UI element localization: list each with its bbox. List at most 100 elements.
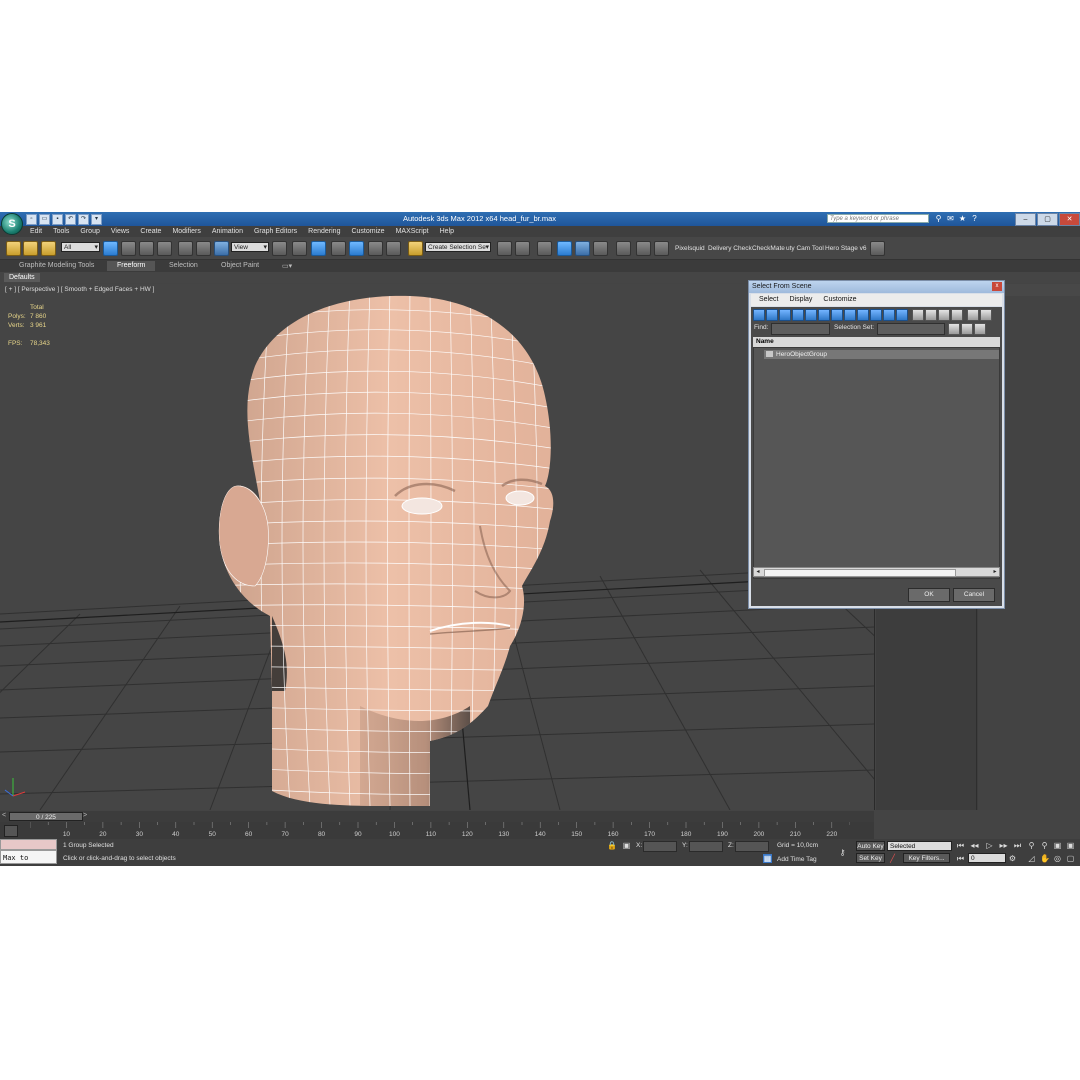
open-file-icon[interactable]: ▭ <box>39 214 50 225</box>
maxscript-mini-listener[interactable]: Max to Physc. <box>0 850 57 864</box>
key-mode-toggle-icon[interactable]: ⏮ <box>956 854 965 863</box>
menu-help[interactable]: Help <box>440 226 454 237</box>
align-icon[interactable] <box>515 241 530 256</box>
scrollbar-thumb[interactable] <box>764 569 956 577</box>
spinner-snap-icon[interactable] <box>386 241 401 256</box>
zoom-extents-all-icon[interactable]: ▣ <box>1066 841 1075 850</box>
selection-filter-dropdown[interactable]: All <box>61 242 100 253</box>
mini-curve-editor-icon[interactable] <box>4 825 18 837</box>
tab-freeform[interactable]: Freeform <box>107 261 156 271</box>
help-icon[interactable]: ? <box>970 214 979 223</box>
menu-group[interactable]: Group <box>80 226 99 237</box>
select-manipulate-icon[interactable] <box>292 241 307 256</box>
filter-options-icon[interactable] <box>980 309 992 321</box>
time-tag-icon[interactable]: ▦ <box>763 854 772 863</box>
render-setup-icon[interactable] <box>636 241 651 256</box>
selection-set-edit-icon[interactable] <box>948 323 960 335</box>
snaps-toggle-icon[interactable] <box>331 241 346 256</box>
go-to-start-icon[interactable]: ⏮ <box>956 841 965 850</box>
display-lights-icon[interactable] <box>779 309 791 321</box>
tab-graphite-modeling-tools[interactable]: Graphite Modeling Tools <box>19 262 94 269</box>
find-input[interactable] <box>771 323 830 335</box>
time-slider[interactable]: < 0 / 225 > <box>0 811 874 822</box>
maxscript-listener-top[interactable] <box>0 839 57 850</box>
display-containers-icon[interactable] <box>870 309 882 321</box>
scale-icon[interactable] <box>214 241 229 256</box>
render-frame-icon[interactable] <box>654 241 669 256</box>
display-none-icon[interactable] <box>925 309 937 321</box>
display-groups-icon[interactable] <box>831 309 843 321</box>
set-key-button[interactable]: Set Key <box>856 853 885 863</box>
dialog-menu-select[interactable]: Select <box>759 294 778 306</box>
list-item[interactable]: HeroObjectGroup <box>764 350 999 359</box>
select-object-icon[interactable] <box>103 241 118 256</box>
bind-space-warp-icon[interactable] <box>41 241 56 256</box>
redo-icon[interactable]: ↷ <box>78 214 89 225</box>
mirror-icon[interactable] <box>497 241 512 256</box>
time-slider-thumb[interactable]: 0 / 225 <box>9 812 83 821</box>
ok-button[interactable]: OK <box>908 588 950 602</box>
display-invert-icon[interactable] <box>938 309 950 321</box>
zoom-all-icon[interactable]: ⚲ <box>1040 841 1049 850</box>
communication-icon[interactable]: ✉ <box>946 214 955 223</box>
select-by-name-icon[interactable] <box>121 241 136 256</box>
unlink-icon[interactable] <box>23 241 38 256</box>
undo-icon[interactable]: ↶ <box>65 214 76 225</box>
menu-maxscript[interactable]: MAXScript <box>396 226 429 237</box>
project-folder-icon[interactable]: ▾ <box>91 214 102 225</box>
key-filters-button[interactable]: Key Filters... <box>903 853 950 863</box>
track-bar[interactable]: 10 20 30 40 50 60 70 80 90 100 110 120 130 140 150 160 1… <box>0 822 874 839</box>
application-button[interactable]: S <box>1 213 23 235</box>
filter-icon[interactable] <box>967 309 979 321</box>
set-key-icon[interactable]: ⚷ <box>838 848 847 857</box>
display-cameras-icon[interactable] <box>792 309 804 321</box>
rotate-icon[interactable] <box>196 241 211 256</box>
menu-graph-editors[interactable]: Graph Editors <box>254 226 297 237</box>
new-file-icon[interactable]: ▫ <box>26 214 37 225</box>
selection-set-dropdown[interactable] <box>877 323 945 335</box>
percent-snap-icon[interactable] <box>368 241 383 256</box>
teapot-render-icon[interactable] <box>870 241 885 256</box>
favorites-star-icon[interactable]: ★ <box>958 214 967 223</box>
menu-modifiers[interactable]: Modifiers <box>172 226 200 237</box>
next-frame-icon[interactable]: ▸▸ <box>999 841 1008 850</box>
move-icon[interactable] <box>178 241 193 256</box>
curve-editor-icon[interactable] <box>575 241 590 256</box>
menu-customize[interactable]: Customize <box>351 226 384 237</box>
search-input[interactable]: Type a keyword or phrase <box>827 214 929 223</box>
key-mode-icon[interactable]: ╱ <box>888 854 897 863</box>
add-time-tag-button[interactable]: Add Time Tag <box>777 856 817 863</box>
display-geometry-icon[interactable] <box>753 309 765 321</box>
zoom-icon[interactable]: ⚲ <box>1027 841 1036 850</box>
maximize-button[interactable]: ▢ <box>1037 213 1058 226</box>
current-frame-field[interactable]: 0 <box>968 853 1006 863</box>
tab-selection[interactable]: Selection <box>169 262 198 269</box>
orbit-icon[interactable]: ◎ <box>1053 854 1062 863</box>
x-coordinate-field[interactable] <box>643 841 677 852</box>
pivot-center-icon[interactable] <box>272 241 287 256</box>
named-selection-set-dropdown[interactable]: Create Selection Se <box>425 242 491 253</box>
tab-object-paint[interactable]: Object Paint <box>221 262 259 269</box>
delivery-check-tool[interactable]: Delivery Check <box>708 245 752 252</box>
beauty-cam-tool[interactable]: uty Cam Tool <box>786 245 824 252</box>
name-column-header[interactable]: Name <box>753 337 1000 347</box>
perspective-viewport[interactable]: [ + ] [ Perspective ] [ Smooth + Edged F… <box>0 284 875 810</box>
selected-dropdown[interactable]: Selected <box>887 841 952 851</box>
absolute-mode-icon[interactable]: ▣ <box>622 841 631 850</box>
pixelsquid-tool[interactable]: Pixelsquid <box>675 245 705 252</box>
binoculars-icon[interactable]: ⚲ <box>934 214 943 223</box>
angle-snap-icon[interactable] <box>349 241 364 256</box>
time-configuration-icon[interactable]: ⚙ <box>1008 854 1017 863</box>
scroll-left-icon[interactable]: ◂ <box>754 568 762 576</box>
minimize-button[interactable]: – <box>1015 213 1036 226</box>
menu-rendering[interactable]: Rendering <box>308 226 340 237</box>
dialog-menu-customize[interactable]: Customize <box>823 294 856 306</box>
menu-edit[interactable]: Edit <box>30 226 42 237</box>
ribbon-options-icon[interactable]: ▭▾ <box>282 262 292 270</box>
rectangular-selection-icon[interactable] <box>139 241 154 256</box>
select-and-link-icon[interactable] <box>6 241 21 256</box>
graphite-toggle-icon[interactable] <box>557 241 572 256</box>
display-helpers-icon[interactable] <box>805 309 817 321</box>
previous-frame-icon[interactable]: ◂◂ <box>970 841 979 850</box>
cancel-button[interactable]: Cancel <box>953 588 995 602</box>
